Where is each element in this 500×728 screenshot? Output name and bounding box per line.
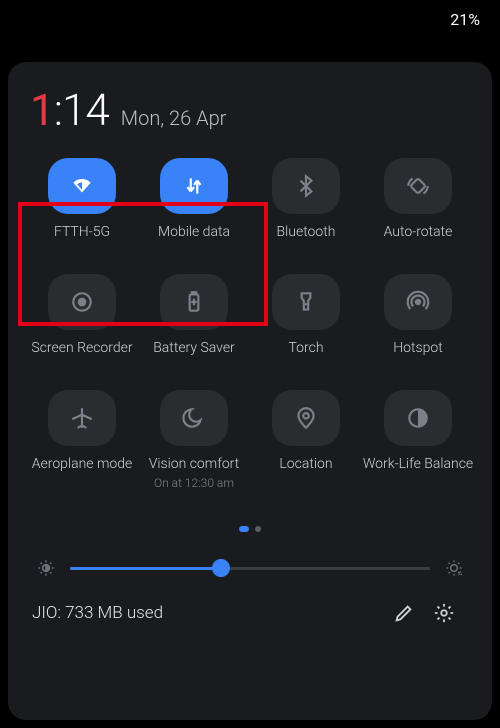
tile-battery-saver[interactable]: Battery Saver: [138, 274, 250, 356]
clock-row: 1:14 Mon, 26 Apr: [26, 84, 474, 136]
tile-label: Hotspot: [393, 340, 442, 356]
date-label: Mon, 26 Apr: [121, 106, 227, 130]
quick-settings-panel: 1:14 Mon, 26 Apr FTTH-5G Mobile data Blu…: [8, 62, 492, 720]
clock: 1:14: [30, 84, 109, 136]
page-indicator: [26, 526, 474, 532]
work-life-balance-icon: [384, 390, 452, 446]
battery-percent: 21%: [450, 10, 480, 29]
edit-button[interactable]: [384, 602, 424, 624]
svg-text:A: A: [458, 570, 463, 578]
clock-minute: 14: [62, 84, 109, 136]
brightness-auto-icon: A: [444, 558, 464, 578]
wifi-icon: [48, 158, 116, 214]
tile-screen-recorder[interactable]: Screen Recorder: [26, 274, 138, 356]
tile-label: Screen Recorder: [31, 340, 132, 356]
tile-bluetooth[interactable]: Bluetooth: [250, 158, 362, 240]
airplane-icon: [48, 390, 116, 446]
torch-icon: [272, 274, 340, 330]
tile-label: Battery Saver: [153, 340, 235, 356]
tile-hotspot[interactable]: Hotspot: [362, 274, 474, 356]
tile-vision-comfort[interactable]: Vision comfort On at 12:30 am: [138, 390, 250, 490]
battery-saver-icon: [160, 274, 228, 330]
tile-label: Aeroplane mode: [32, 456, 132, 472]
slider-thumb[interactable]: [212, 559, 230, 577]
tile-label: FTTH-5G: [54, 224, 110, 240]
tile-sublabel: On at 12:30 am: [154, 476, 234, 490]
status-bar: 21%: [0, 0, 500, 38]
tile-aeroplane-mode[interactable]: Aeroplane mode: [26, 390, 138, 490]
brightness-row: A: [26, 556, 474, 580]
panel-footer: JIO: 733 MB used: [26, 602, 474, 624]
tile-wifi[interactable]: FTTH-5G: [26, 158, 138, 240]
tiles-grid: FTTH-5G Mobile data Bluetooth Auto-rotat…: [26, 158, 474, 490]
brightness-low-icon: [36, 558, 56, 578]
slider-fill: [70, 567, 221, 570]
tile-label: Torch: [288, 340, 323, 356]
bluetooth-icon: [272, 158, 340, 214]
tile-auto-rotate[interactable]: Auto-rotate: [362, 158, 474, 240]
screen-recorder-icon: [48, 274, 116, 330]
tile-label: Work-Life Balance: [363, 456, 473, 472]
clock-hour: 1: [30, 84, 54, 136]
tile-work-life-balance[interactable]: Work-Life Balance: [362, 390, 474, 490]
tile-mobile-data[interactable]: Mobile data: [138, 158, 250, 240]
tile-location[interactable]: Location: [250, 390, 362, 490]
auto-rotate-icon: [384, 158, 452, 214]
pager-dot: [255, 526, 261, 532]
brightness-slider[interactable]: [70, 556, 430, 580]
hotspot-icon: [384, 274, 452, 330]
tile-label: Bluetooth: [277, 224, 336, 240]
location-icon: [272, 390, 340, 446]
data-usage-label[interactable]: JIO: 733 MB used: [32, 603, 384, 623]
tile-label: Vision comfort: [149, 456, 240, 472]
tile-torch[interactable]: Torch: [250, 274, 362, 356]
tile-label: Auto-rotate: [384, 224, 453, 240]
vision-comfort-icon: [160, 390, 228, 446]
pager-dot-active: [239, 526, 249, 532]
tile-label: Mobile data: [158, 224, 230, 240]
mobile-data-icon: [160, 158, 228, 214]
settings-button[interactable]: [424, 602, 464, 624]
tile-label: Location: [279, 456, 332, 472]
